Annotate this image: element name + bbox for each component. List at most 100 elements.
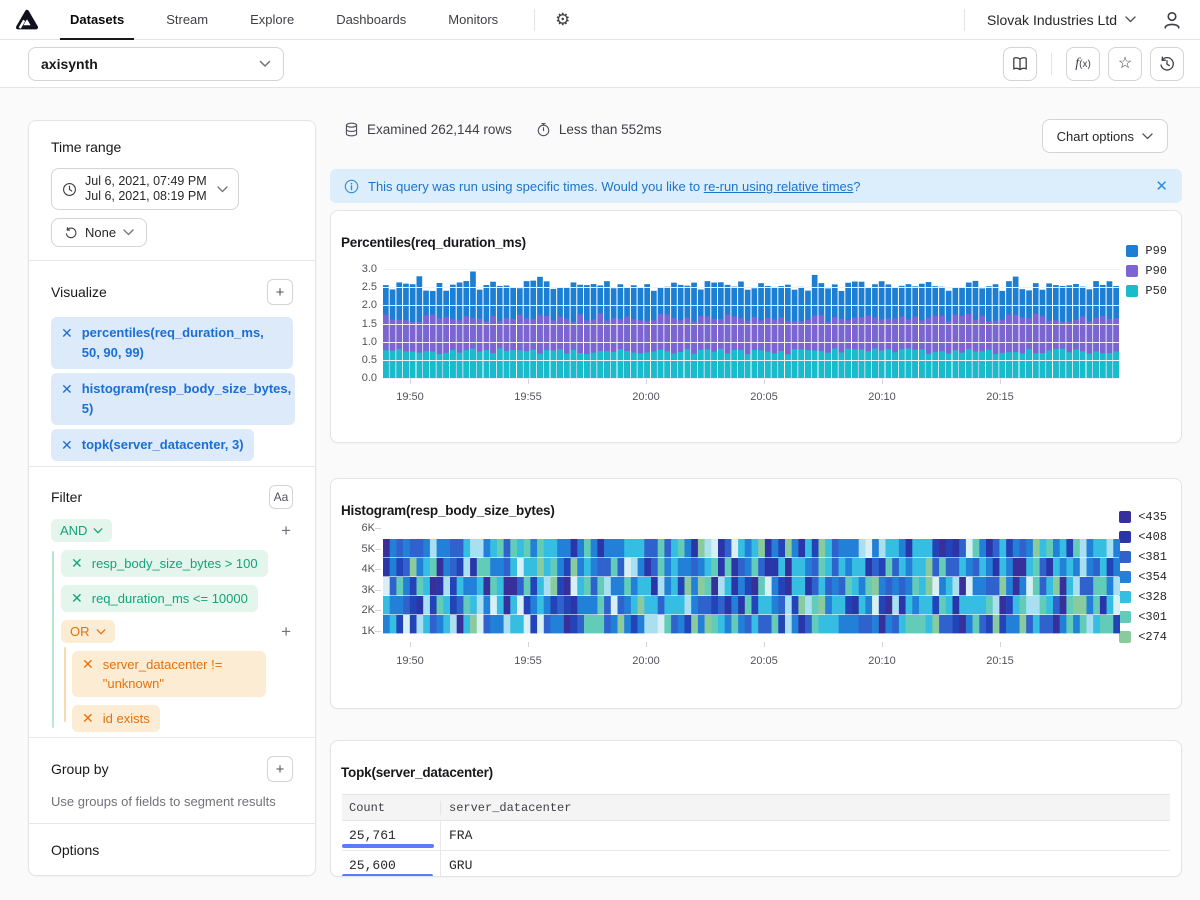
group-by-title: Group by xyxy=(51,761,109,777)
docs-book-button[interactable] xyxy=(1003,47,1037,81)
legend-swatch xyxy=(1119,531,1131,543)
gridline xyxy=(383,287,1120,288)
filter-title: Filter xyxy=(51,489,82,505)
time-range-start: Jul 6, 2021, 07:49 PM xyxy=(85,174,207,189)
topk-count-value: 25,761 xyxy=(349,828,396,843)
remove-condition-icon[interactable]: ✕ xyxy=(82,655,94,674)
banner-close-icon[interactable]: ✕ xyxy=(1155,177,1168,195)
legend-label: <381 xyxy=(1138,550,1167,564)
topk-table: Count server_datacenter 25,761FRA25,600G… xyxy=(342,794,1170,877)
tab-dashboards[interactable]: Dashboards xyxy=(326,0,416,40)
x-axis-tickmark xyxy=(528,379,529,384)
time-range-title: Time range xyxy=(51,139,293,155)
functions-button[interactable]: f(x) xyxy=(1066,47,1100,81)
org-switcher[interactable]: Slovak Industries Ltd xyxy=(987,12,1136,28)
filter-condition-wrap: ✕req_duration_ms <= 10000 xyxy=(61,585,293,612)
tab-monitors[interactable]: Monitors xyxy=(438,0,508,40)
fx-icon: f(x) xyxy=(1075,56,1091,72)
add-group-by-button[interactable]: + xyxy=(267,756,293,782)
time-range-picker[interactable]: Jul 6, 2021, 07:49 PM Jul 6, 2021, 08:19… xyxy=(51,168,239,210)
histogram-heatmap[interactable] xyxy=(383,539,1120,634)
favorite-button[interactable]: ☆ xyxy=(1108,47,1142,81)
settings-gear-icon[interactable]: ⚙ xyxy=(555,11,570,28)
rerun-relative-link[interactable]: re-run using relative times xyxy=(704,179,854,194)
filter-condition[interactable]: ✕server_datacenter != "unknown" xyxy=(72,651,266,697)
legend-label: <328 xyxy=(1138,590,1167,604)
dataset-selector[interactable]: axisynth xyxy=(28,47,284,81)
filter-condition-wrap: ✕id exists xyxy=(72,705,293,732)
topk-count-cell: 25,761 xyxy=(342,821,441,850)
topk-field-value: GRU xyxy=(449,858,472,873)
case-sensitivity-toggle[interactable]: Aa xyxy=(269,485,293,509)
banner-text-suffix: ? xyxy=(853,179,860,194)
filter-condition[interactable]: ✕id exists xyxy=(72,705,160,732)
table-row[interactable]: 25,761FRA xyxy=(342,821,1170,851)
time-range-end: Jul 6, 2021, 08:19 PM xyxy=(85,189,207,204)
topk-header-field: server_datacenter xyxy=(441,801,1170,815)
chart-options-button[interactable]: Chart options xyxy=(1042,119,1168,153)
legend-item: <274 xyxy=(1119,627,1167,647)
x-axis-tickmark xyxy=(764,379,765,384)
time-range-section: Time range Jul 6, 2021, 07:49 PM Jul 6, … xyxy=(29,121,315,261)
filter-section: Filter Aa AND + ✕ resp_body_size_bytes > 10… xyxy=(29,467,315,738)
table-row[interactable]: 25,600GRU xyxy=(342,851,1170,877)
or-group-guide xyxy=(64,647,66,722)
filter-tree: AND + ✕ resp_body_size_bytes > 100 ✕req_dura… xyxy=(51,519,293,732)
plus-icon: + xyxy=(276,284,285,301)
remove-condition-icon[interactable]: ✕ xyxy=(71,554,83,573)
legend-swatch xyxy=(1126,285,1138,297)
compare-time-button[interactable]: None xyxy=(51,218,147,247)
remove-condition-icon[interactable]: ✕ xyxy=(82,709,94,728)
info-icon xyxy=(344,179,359,194)
tab-explore[interactable]: Explore xyxy=(240,0,304,40)
chevron-down-icon xyxy=(1142,133,1153,140)
remove-condition-icon[interactable]: ✕ xyxy=(71,589,83,608)
chart-options-label: Chart options xyxy=(1057,129,1134,144)
filter-operator-and[interactable]: AND xyxy=(51,519,112,542)
filter-condition[interactable]: ✕ resp_body_size_bytes > 100 xyxy=(61,550,268,577)
y-axis-tick: 1.5 xyxy=(345,318,377,330)
visualize-chip-label: topk(server_datacenter, 3) xyxy=(82,435,244,455)
remove-chip-icon[interactable]: ✕ xyxy=(61,435,73,455)
y-axis-dash xyxy=(375,549,381,550)
y-axis-dash xyxy=(375,528,381,529)
filter-or-row: OR + xyxy=(61,620,293,643)
chevron-down-icon xyxy=(1125,16,1136,23)
x-axis-tick: 20:10 xyxy=(860,391,904,403)
legend-item: <301 xyxy=(1119,607,1167,627)
add-and-condition-button[interactable]: + xyxy=(279,522,293,539)
remove-chip-icon[interactable]: ✕ xyxy=(61,379,73,419)
legend-swatch xyxy=(1119,571,1131,583)
tab-datasets[interactable]: Datasets xyxy=(60,0,134,40)
gridline xyxy=(383,360,1120,361)
histogram-chart-card: Histogram(resp_body_size_bytes) <435<408… xyxy=(330,478,1182,709)
gridline xyxy=(383,324,1120,325)
remove-chip-icon[interactable]: ✕ xyxy=(61,323,73,363)
legend-item: <381 xyxy=(1119,547,1167,567)
add-visualization-button[interactable]: + xyxy=(267,279,293,305)
visualize-chip[interactable]: ✕ topk(server_datacenter, 3) xyxy=(51,429,254,461)
options-section: Options xyxy=(29,824,315,876)
y-axis-tick: 0.0 xyxy=(345,372,377,384)
add-or-condition-button[interactable]: + xyxy=(279,623,293,640)
app-logo-icon[interactable] xyxy=(14,7,40,33)
y-axis-tick: 5K xyxy=(343,543,375,555)
filter-condition[interactable]: ✕req_duration_ms <= 10000 xyxy=(61,585,258,612)
legend-swatch xyxy=(1119,591,1131,603)
y-axis-tick: 2K xyxy=(343,604,375,616)
chevron-down-icon xyxy=(123,229,134,236)
x-axis-tick: 20:00 xyxy=(624,391,668,403)
query-history-button[interactable] xyxy=(1150,47,1184,81)
filter-operator-or[interactable]: OR xyxy=(61,620,115,643)
visualize-chip[interactable]: ✕histogram(resp_body_size_bytes, 5) xyxy=(51,373,295,425)
and-group-guide xyxy=(52,551,54,728)
x-axis-tickmark xyxy=(764,642,765,647)
tab-stream[interactable]: Stream xyxy=(156,0,218,40)
user-avatar-icon[interactable] xyxy=(1162,10,1182,30)
options-title[interactable]: Options xyxy=(51,842,293,858)
visualize-chip[interactable]: ✕percentiles(req_duration_ms, 50, 90, 99… xyxy=(51,317,293,369)
condition-text: resp_body_size_bytes > 100 xyxy=(92,554,258,573)
relative-time-banner: This query was run using specific times.… xyxy=(330,169,1182,203)
x-axis-tick: 19:55 xyxy=(506,655,550,667)
topk-header-count: Count xyxy=(342,801,441,815)
